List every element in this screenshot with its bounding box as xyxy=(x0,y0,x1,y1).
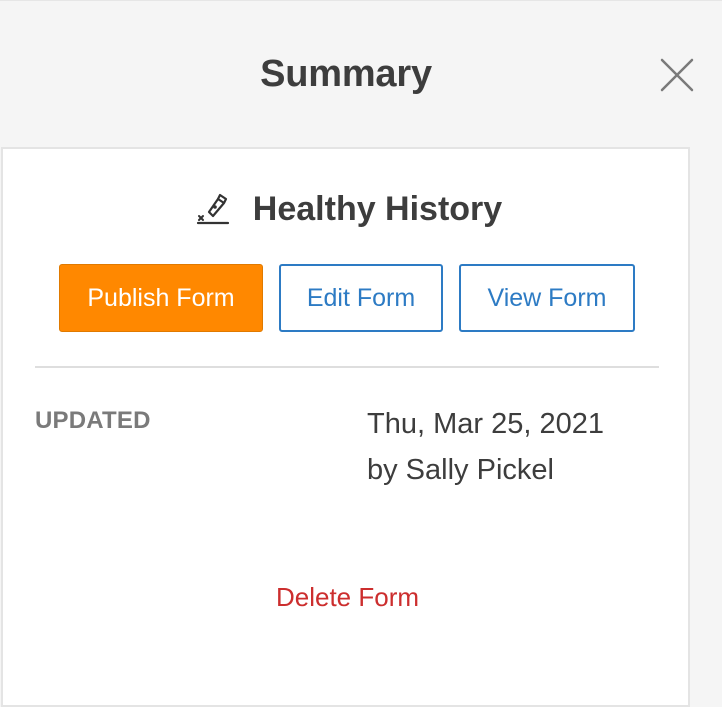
updated-value: Thu, Mar 25, 2021 by Sally Pickel xyxy=(367,401,604,493)
form-heading: Healthy History xyxy=(3,187,692,231)
updated-by: by Sally Pickel xyxy=(367,454,554,486)
edit-form-button[interactable]: Edit Form xyxy=(279,264,443,332)
divider xyxy=(35,366,659,368)
updated-date: Thu, Mar 25, 2021 xyxy=(367,408,604,440)
panel-header: Summary xyxy=(0,1,722,147)
view-form-button[interactable]: View Form xyxy=(459,264,635,332)
summary-card: Healthy History Publish Form Edit Form V… xyxy=(1,147,690,707)
delete-form-link[interactable]: Delete Form xyxy=(3,582,692,613)
panel-title: Summary xyxy=(260,53,432,95)
close-icon xyxy=(660,58,694,92)
close-button[interactable] xyxy=(656,54,698,96)
publish-form-button[interactable]: Publish Form xyxy=(59,264,263,332)
form-title: Healthy History xyxy=(252,189,503,228)
pen-icon xyxy=(196,193,229,225)
updated-label: UPDATED xyxy=(35,407,151,434)
